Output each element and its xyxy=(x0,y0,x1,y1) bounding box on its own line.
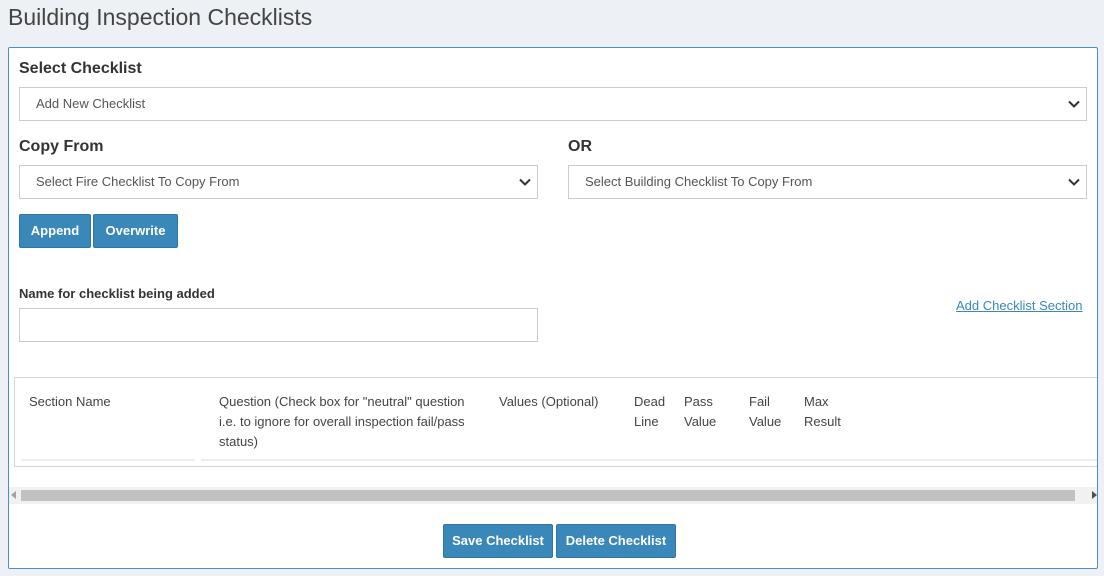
delete-checklist-button[interactable]: Delete Checklist xyxy=(556,524,676,558)
column-header-pass-value: Pass Value xyxy=(684,394,717,429)
chevron-down-icon xyxy=(519,178,531,186)
copy-from-label: Copy From xyxy=(19,138,104,155)
building-checklist-dropdown[interactable]: Select Building Checklist To Copy From xyxy=(568,165,1087,199)
select-checklist-dropdown[interactable]: Add New Checklist xyxy=(19,87,1087,121)
column-header-values: Values (Optional) xyxy=(499,394,599,409)
or-label: OR xyxy=(568,138,592,155)
page-title: Building Inspection Checklists xyxy=(8,4,313,30)
fire-checklist-dropdown[interactable]: Select Fire Checklist To Copy From xyxy=(19,165,538,199)
save-checklist-button[interactable]: Save Checklist xyxy=(443,524,553,558)
overwrite-button[interactable]: Overwrite xyxy=(93,214,178,248)
question-divider xyxy=(201,459,1097,461)
chevron-down-icon xyxy=(1068,178,1080,186)
checklist-table: Section Name Question (Check box for "ne… xyxy=(14,377,1097,467)
column-header-fail-value: Fail Value xyxy=(749,394,782,429)
checklist-name-label: Name for checklist being added xyxy=(19,286,215,301)
select-checklist-value: Add New Checklist xyxy=(36,96,146,111)
checklist-name-input[interactable] xyxy=(19,308,538,342)
horizontal-scrollbar[interactable] xyxy=(9,487,1097,504)
chevron-down-icon xyxy=(1068,100,1080,108)
checklist-panel: Select Checklist Add New Checklist Copy … xyxy=(8,47,1098,569)
fire-checklist-value: Select Fire Checklist To Copy From xyxy=(36,174,240,189)
add-checklist-section-link[interactable]: Add Checklist Section xyxy=(956,298,1082,313)
append-button[interactable]: Append xyxy=(19,214,91,248)
arrow-right-icon[interactable] xyxy=(1092,491,1097,499)
column-header-section-name: Section Name xyxy=(29,394,111,409)
select-checklist-label: Select Checklist xyxy=(19,60,142,77)
scrollbar-thumb[interactable] xyxy=(21,490,1075,501)
column-header-question: Question (Check box for "neutral" questi… xyxy=(219,394,465,449)
building-checklist-value: Select Building Checklist To Copy From xyxy=(585,174,813,189)
column-header-max-result: Max Result xyxy=(804,394,841,429)
section-name-divider xyxy=(21,459,195,461)
arrow-left-icon[interactable] xyxy=(11,491,16,499)
column-header-dead-line: Dead Line xyxy=(634,394,666,429)
